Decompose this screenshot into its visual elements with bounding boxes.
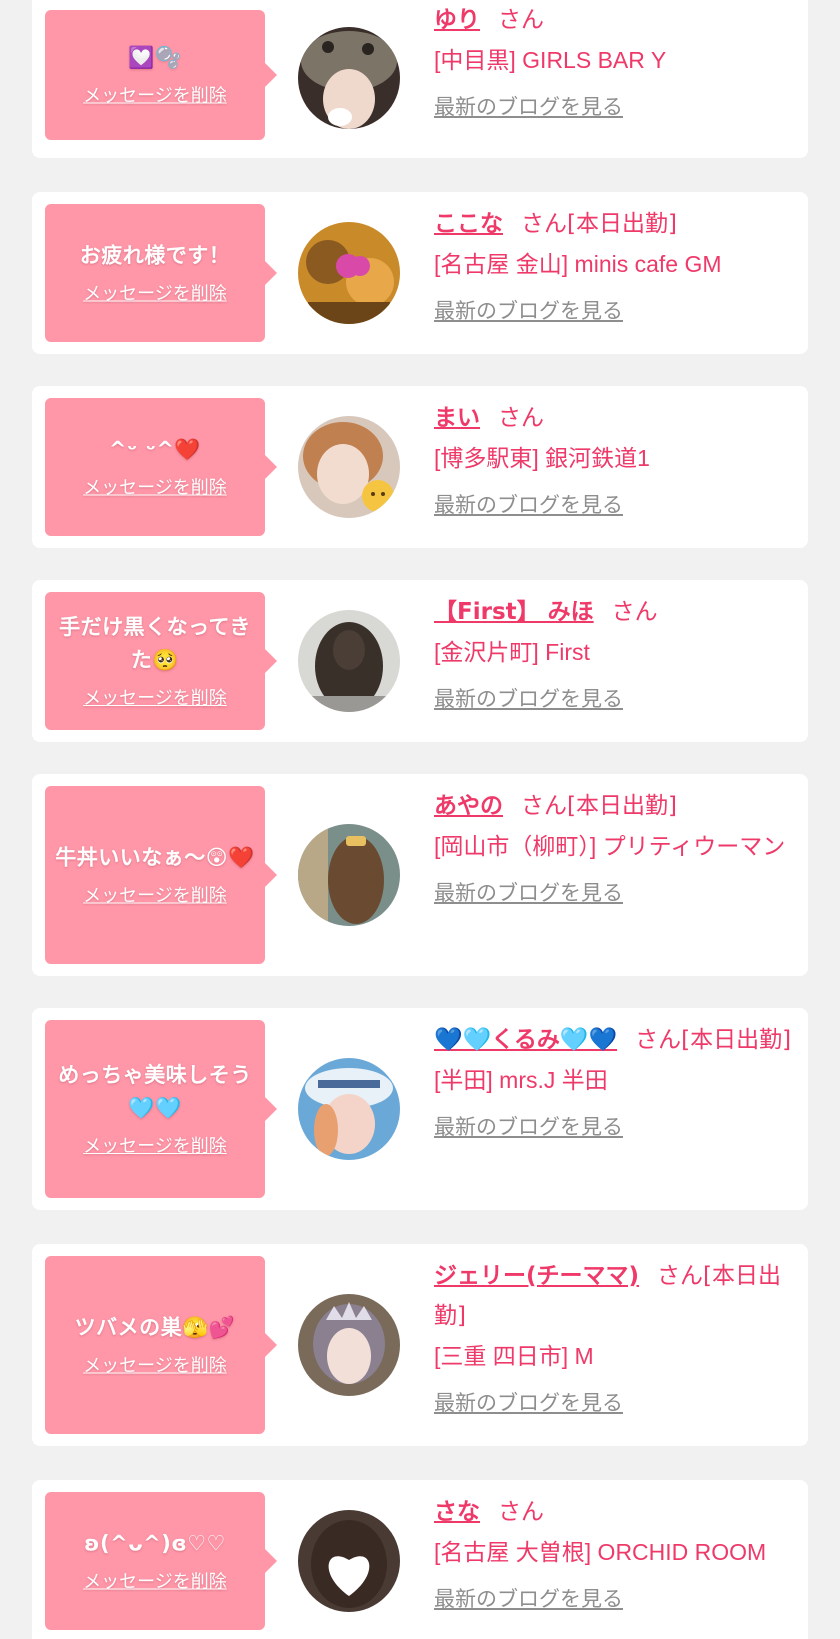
- message-card: 💟🫧 メッセージを削除 ゆり さん [中目黒] GIRLS BAR Y 最新のブロ…: [32, 0, 808, 158]
- message-bubble: ^ᵕ ᵕ^❤️ メッセージを削除: [45, 398, 277, 536]
- cast-name-link[interactable]: ジェリー(チーママ): [434, 1263, 639, 1289]
- message-text: めっちゃ美味しそう🩵🩵: [58, 1063, 252, 1120]
- delete-message-link[interactable]: メッセージを削除: [83, 85, 227, 109]
- cast-status: さん[本日出勤]: [635, 1027, 792, 1053]
- shop-name: [岡山市（柳町）] プリティウーマン: [434, 833, 786, 859]
- message-list: 💟🫧 メッセージを削除 ゆり さん [中目黒] GIRLS BAR Y 最新のブロ…: [0, 0, 840, 1639]
- delete-message-link[interactable]: メッセージを削除: [83, 477, 227, 501]
- message-text: ʚ(^ᴗ^)ɞ♡♡: [84, 1531, 226, 1556]
- tiara-girl-avatar[interactable]: [298, 1294, 400, 1396]
- cat-hat-photo-avatar[interactable]: [298, 27, 400, 129]
- message-bubble: 牛丼いいなぁ〜😲❤️ メッセージを削除: [45, 786, 277, 964]
- message-text: お疲れ様です！: [79, 243, 231, 268]
- shop-name: [名古屋 大曽根] ORCHID ROOM: [434, 1539, 767, 1565]
- message-text: ツバメの巣🫣💕: [74, 1315, 236, 1340]
- delete-message-link[interactable]: メッセージを削除: [83, 1135, 227, 1159]
- message-card: ^ᵕ ᵕ^❤️ メッセージを削除 まい さん [博多駅東] 銀河鉄道1 最新のブロ…: [32, 386, 808, 548]
- delete-message-link[interactable]: メッセージを削除: [83, 1571, 227, 1595]
- message-card: お疲れ様です！ メッセージを削除 ここな さん[本日出勤] [名古屋 金山] mi…: [32, 192, 808, 354]
- latest-blog-link[interactable]: 最新のブログを見る: [434, 1388, 623, 1418]
- latest-blog-link[interactable]: 最新のブログを見る: [434, 490, 623, 520]
- delete-message-link[interactable]: メッセージを削除: [83, 687, 227, 711]
- latest-blog-link[interactable]: 最新のブログを見る: [434, 1584, 623, 1614]
- message-card: ʚ(^ᴗ^)ɞ♡♡ メッセージを削除 さな さん [名古屋 大曽根] ORCHID…: [32, 1480, 808, 1639]
- cafe-photo-avatar[interactable]: [298, 222, 400, 324]
- message-bubble: 💟🫧 メッセージを削除: [45, 10, 277, 140]
- shop-name: [三重 四日市] M: [434, 1343, 594, 1369]
- latest-blog-link[interactable]: 最新のブログを見る: [434, 1112, 623, 1142]
- latest-blog-link[interactable]: 最新のブログを見る: [434, 878, 623, 908]
- cast-name-link[interactable]: 💙🩵くるみ🩵💙: [434, 1027, 617, 1053]
- cast-name-link[interactable]: 【First】 みほ: [434, 599, 594, 625]
- latest-blog-link[interactable]: 最新のブログを見る: [434, 296, 623, 326]
- cast-status: さん[本日出勤]: [521, 793, 677, 819]
- message-card: ツバメの巣🫣💕 メッセージを削除 ジェリー(チーママ) さん[本日出勤] [三重 …: [32, 1244, 808, 1446]
- cast-status: さん: [498, 1499, 544, 1525]
- latest-blog-link[interactable]: 最新のブログを見る: [434, 684, 623, 714]
- shop-name: [名古屋 金山] minis cafe GM: [434, 251, 722, 277]
- cast-name-link[interactable]: さな: [434, 1499, 480, 1525]
- message-bubble: お疲れ様です！ メッセージを削除: [45, 204, 277, 342]
- cast-name-link[interactable]: あやの: [434, 793, 503, 819]
- message-bubble: ʚ(^ᴗ^)ɞ♡♡ メッセージを削除: [45, 1492, 277, 1630]
- message-text: 💟🫧: [128, 45, 182, 70]
- hair-clip-avatar[interactable]: [298, 824, 400, 926]
- cast-status: さん: [611, 599, 658, 625]
- girl-cat-emoji-avatar[interactable]: [298, 416, 400, 518]
- delete-message-link[interactable]: メッセージを削除: [83, 885, 227, 909]
- cast-status: さん: [498, 7, 544, 33]
- delete-message-link[interactable]: メッセージを削除: [83, 1355, 227, 1379]
- message-bubble: 手だけ黒くなってきた🥺 メッセージを削除: [45, 592, 277, 730]
- cast-status: さん[本日出勤]: [521, 211, 677, 237]
- message-card: 牛丼いいなぁ〜😲❤️ メッセージを削除 あやの さん[本日出勤] [岡山市（柳町）…: [32, 774, 808, 976]
- latest-blog-link[interactable]: 最新のブログを見る: [434, 92, 623, 122]
- cap-girl-avatar[interactable]: [298, 1058, 400, 1160]
- message-card: 手だけ黒くなってきた🥺 メッセージを削除 【First】 みほ さん [金沢片町]…: [32, 580, 808, 742]
- message-text: 牛丼いいなぁ〜😲❤️: [55, 845, 255, 870]
- shop-name: [半田] mrs.J 半田: [434, 1067, 608, 1093]
- cast-status: さん: [498, 405, 544, 431]
- shop-name: [博多駅東] 銀河鉄道1: [434, 445, 650, 471]
- message-bubble: ツバメの巣🫣💕 メッセージを削除: [45, 1256, 277, 1434]
- message-text: 手だけ黒くなってきた🥺: [59, 615, 251, 672]
- cast-name-link[interactable]: ゆり: [434, 7, 480, 33]
- message-text: ^ᵕ ᵕ^❤️: [108, 437, 202, 462]
- curly-hair-avatar[interactable]: [298, 610, 400, 712]
- delete-message-link[interactable]: メッセージを削除: [83, 283, 227, 307]
- message-card: めっちゃ美味しそう🩵🩵 メッセージを削除 💙🩵くるみ🩵💙 さん[本日出勤] [半田…: [32, 1008, 808, 1210]
- cast-name-link[interactable]: ここな: [434, 211, 503, 237]
- heart-face-avatar[interactable]: [298, 1510, 400, 1612]
- cast-name-link[interactable]: まい: [434, 405, 480, 431]
- shop-name: [中目黒] GIRLS BAR Y: [434, 47, 667, 73]
- shop-name: [金沢片町] First: [434, 639, 590, 665]
- message-bubble: めっちゃ美味しそう🩵🩵 メッセージを削除: [45, 1020, 277, 1198]
